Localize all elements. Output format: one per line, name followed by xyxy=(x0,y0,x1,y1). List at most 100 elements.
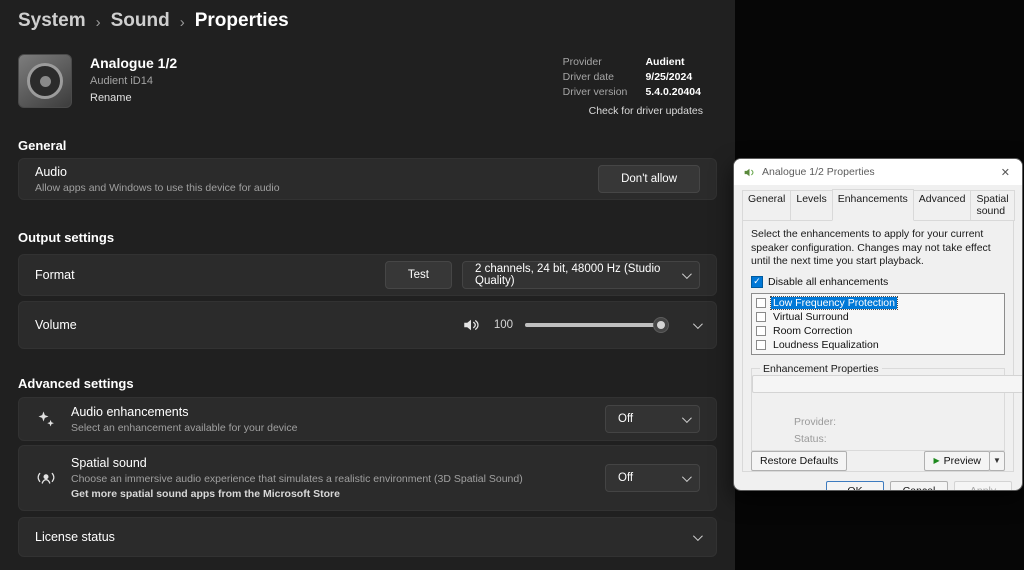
breadcrumb-sound[interactable]: Sound xyxy=(111,10,170,32)
list-item-label: Low Frequency Protection xyxy=(770,295,898,310)
format-dropdown-value: 2 channels, 24 bit, 48000 Hz (Studio Qua… xyxy=(475,263,661,287)
page-title: Properties xyxy=(194,10,289,31)
list-item[interactable]: Low Frequency Protection xyxy=(753,295,1003,310)
enhancements-tab-page: Select the enhancements to apply for you… xyxy=(742,220,1022,472)
spatial-sound-dropdown-value: Off xyxy=(618,472,634,484)
play-icon: ▶ xyxy=(933,455,940,465)
breadcrumb: System › Sound › Properties xyxy=(18,8,717,34)
dialog-speaker-icon xyxy=(743,166,756,179)
checkbox-icon[interactable] xyxy=(756,325,766,336)
audio-enhancements-card: Audio enhancements Select an enhancement… xyxy=(18,397,717,441)
audio-description: Allow apps and Windows to use this devic… xyxy=(35,181,280,194)
format-dropdown[interactable]: 2 channels, 24 bit, 48000 Hz (Studio Qua… xyxy=(462,261,700,289)
provider-row: Provider: xyxy=(794,415,998,430)
apply-button[interactable]: Apply xyxy=(954,481,1012,490)
sparkle-enhancements-icon xyxy=(35,408,57,430)
section-output-settings: Output settings xyxy=(18,230,115,245)
license-status-card[interactable]: License status xyxy=(18,517,717,557)
spatial-sound-description: Choose an immersive audio experience tha… xyxy=(71,473,523,485)
list-item[interactable]: Room Correction xyxy=(753,324,1003,338)
cancel-button[interactable]: Cancel xyxy=(890,481,948,490)
dont-allow-button[interactable]: Don't allow xyxy=(598,165,700,193)
spatial-sound-icon xyxy=(35,467,57,489)
device-name: Analogue 1/2 xyxy=(90,55,178,71)
dialog-bottom-buttons: OK Cancel Apply xyxy=(734,472,1022,490)
spatial-sound-card: Spatial sound Choose an immersive audio … xyxy=(18,445,717,511)
section-advanced-settings: Advanced settings xyxy=(18,376,134,391)
enhancements-description: Select the enhancements to apply for you… xyxy=(751,228,991,268)
disable-all-enhancements-label: Disable all enhancements xyxy=(768,275,889,288)
device-text: Analogue 1/2 Audient iD14 Rename xyxy=(90,54,177,104)
spatial-sound-store-link[interactable]: Get more spatial sound apps from the Mic… xyxy=(71,488,523,500)
chevron-down-icon[interactable] xyxy=(692,318,703,329)
tab-spatial-sound[interactable]: Spatial sound xyxy=(970,190,1015,221)
rename-link[interactable]: Rename xyxy=(90,92,177,104)
provider-label: Provider xyxy=(562,56,602,68)
spatial-sound-text: Spatial sound Choose an immersive audio … xyxy=(71,456,523,500)
volume-card: Volume 100 xyxy=(18,301,717,349)
device-header: Analogue 1/2 Audient iD14 Rename Provide… xyxy=(18,54,717,117)
checkbox-icon[interactable] xyxy=(756,311,766,322)
format-card: Format Test 2 channels, 24 bit, 48000 Hz… xyxy=(18,254,717,296)
settings-window: System › Sound › Properties Analogue 1/2… xyxy=(0,0,735,570)
restore-defaults-button[interactable]: Restore Defaults xyxy=(751,450,848,471)
audio-enhancements-text: Audio enhancements Select an enhancement… xyxy=(71,405,297,434)
dialog-tabs: General Levels Enhancements Advanced Spa… xyxy=(734,185,1022,221)
driver-version-value: 5.4.0.20404 xyxy=(645,86,701,98)
checkbox-icon[interactable] xyxy=(756,297,766,308)
list-item[interactable]: Loudness Equalization xyxy=(753,338,1003,352)
volume-label: Volume xyxy=(35,318,77,332)
driver-date-label: Driver date xyxy=(562,71,614,83)
list-item-label: Virtual Surround xyxy=(773,310,849,323)
driver-info: Provider Audient Driver date 9/25/2024 D… xyxy=(563,54,703,117)
volume-slider[interactable] xyxy=(525,316,669,334)
list-item[interactable]: Virtual Surround xyxy=(753,310,1003,324)
settings-button[interactable]: Settings... xyxy=(752,374,1022,393)
checkbox-icon[interactable] xyxy=(756,339,766,350)
audio-enhancements-dropdown[interactable]: Off xyxy=(605,405,700,433)
chevron-down-icon xyxy=(681,471,692,482)
checkbox-checked-icon[interactable]: ✓ xyxy=(751,275,763,288)
spatial-sound-title: Spatial sound xyxy=(71,456,147,470)
tab-enhancements[interactable]: Enhancements xyxy=(831,189,914,221)
enhancements-listbox[interactable]: Low Frequency Protection Virtual Surroun… xyxy=(751,292,1005,355)
volume-speaker-icon xyxy=(460,314,482,336)
volume-slider-thumb[interactable] xyxy=(653,317,669,333)
audio-card: Audio Allow apps and Windows to use this… xyxy=(18,158,717,200)
tab-general[interactable]: General xyxy=(742,190,792,221)
check-driver-updates-link[interactable]: Check for driver updates xyxy=(589,105,703,117)
audio-enhancements-description: Select an enhancement available for your… xyxy=(71,421,298,434)
chevron-down-icon[interactable] xyxy=(692,530,703,541)
properties-dialog: Analogue 1/2 Properties ✕ General Levels… xyxy=(733,158,1023,491)
status-field-label: Status: xyxy=(794,433,827,446)
license-status-title: License status xyxy=(35,530,115,544)
preview-button-label: Preview xyxy=(943,454,981,467)
provider-value: Audient xyxy=(645,56,685,68)
audio-enhancements-dropdown-value: Off xyxy=(618,413,634,425)
status-row: Status: Settings... xyxy=(752,374,1022,447)
enhancement-properties-group: Enhancement Properties Description: Prov… xyxy=(751,362,1022,451)
format-label: Format xyxy=(35,268,75,282)
driver-version-label: Driver version xyxy=(562,86,628,98)
tab-levels[interactable]: Levels xyxy=(790,190,833,221)
volume-value: 100 xyxy=(493,319,513,331)
dialog-titlebar: Analogue 1/2 Properties ✕ xyxy=(734,159,1022,185)
provider-field-label: Provider: xyxy=(794,416,837,429)
ok-button[interactable]: OK xyxy=(826,481,884,490)
close-icon[interactable]: ✕ xyxy=(998,166,1013,179)
test-button[interactable]: Test xyxy=(384,261,452,289)
screen: System › Sound › Properties Analogue 1/2… xyxy=(0,0,1024,570)
preview-dropdown-button[interactable]: ▼ xyxy=(989,450,1005,471)
list-item-label: Loudness Equalization xyxy=(773,338,879,351)
audio-title: Audio xyxy=(35,164,67,179)
preview-button[interactable]: ▶ Preview xyxy=(924,450,990,471)
list-item-label: Room Correction xyxy=(773,324,853,337)
driver-date-value: 9/25/2024 xyxy=(645,71,693,83)
breadcrumb-system[interactable]: System xyxy=(18,10,86,32)
dialog-midrow: Restore Defaults ▶ Preview ▼ xyxy=(751,450,1005,471)
chevron-down-icon xyxy=(681,412,692,423)
tab-advanced[interactable]: Advanced xyxy=(912,190,972,221)
spatial-sound-dropdown[interactable]: Off xyxy=(605,464,700,492)
chevron-right-icon: › xyxy=(179,13,185,31)
disable-all-enhancements-row[interactable]: ✓ Disable all enhancements xyxy=(751,275,1005,288)
